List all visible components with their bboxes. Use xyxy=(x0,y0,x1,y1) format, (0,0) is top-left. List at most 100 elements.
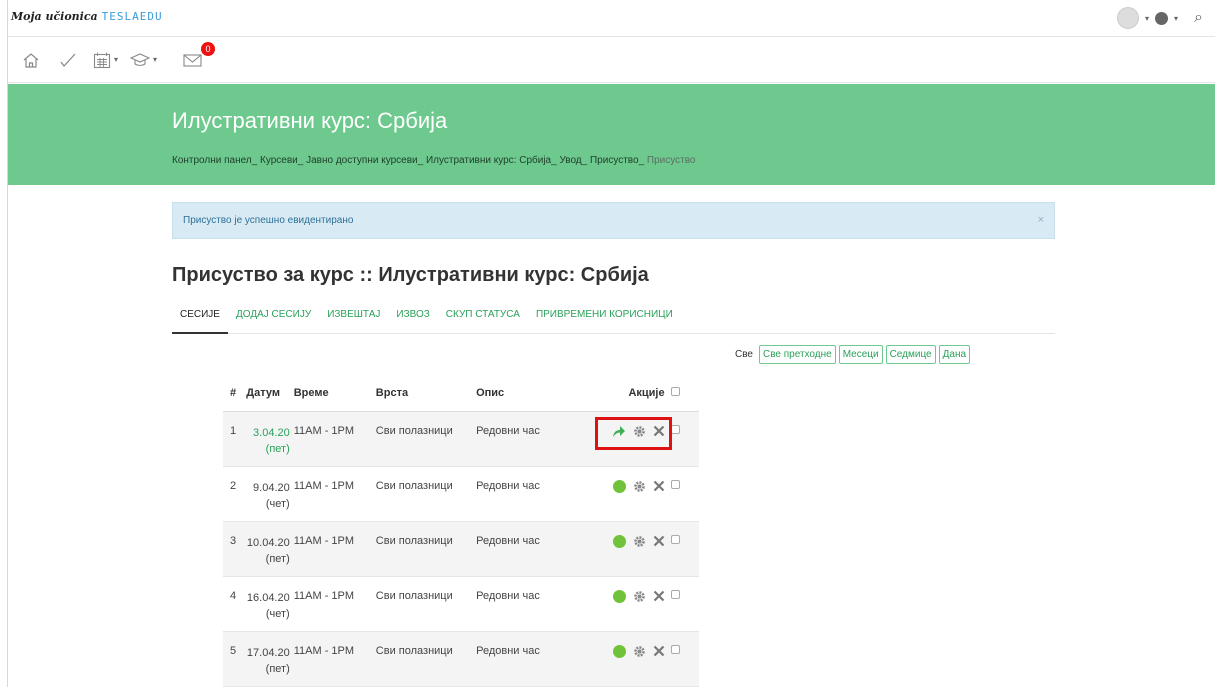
gear-icon[interactable] xyxy=(633,645,646,658)
table-row: 2 9.04.20 (чет) 11AM - 1PM Сви полазници… xyxy=(223,466,699,522)
calendar-icon[interactable] xyxy=(93,52,111,69)
status-dot-icon xyxy=(612,644,626,658)
row-time: 11AM - 1PM xyxy=(293,521,376,577)
graduation-cap-icon[interactable] xyxy=(130,52,150,68)
delete-icon[interactable] xyxy=(653,480,665,492)
row-date-text: 17.04.20 xyxy=(246,646,290,659)
row-type: Сви полазници xyxy=(375,631,477,687)
delete-icon[interactable] xyxy=(653,590,665,602)
calendar-caret-icon[interactable]: ▾ xyxy=(114,55,118,64)
row-date-text: 16.04.20 xyxy=(246,591,290,604)
period-filter: Све Све претходне Месеци Седмице Дана xyxy=(735,345,971,364)
col-date-header[interactable]: Датум xyxy=(246,375,294,412)
status-dot-icon xyxy=(612,479,626,493)
breadcrumb-item-intro[interactable]: Увод xyxy=(559,155,581,166)
row-time[interactable]: 11AM - 1PM xyxy=(293,411,376,467)
tab-report[interactable]: ИЗВЕШТАЈ xyxy=(319,297,388,334)
actions-highlight-box xyxy=(595,417,672,450)
course-header: Илустративни курс: Србија Контролни пане… xyxy=(8,84,1215,185)
delete-icon[interactable] xyxy=(653,645,665,657)
row-checkbox[interactable] xyxy=(670,644,680,654)
tab-temporary-users[interactable]: ПРИВРЕМЕНИ КОРИСНИЦИ xyxy=(528,297,681,334)
row-date-text: 9.04.20 xyxy=(253,481,290,494)
alert-message: Присуство је успешно евидентирано xyxy=(183,215,354,226)
filter-all-past-button[interactable]: Све претходне xyxy=(758,345,836,364)
row-date: 16.04.20 (чет) xyxy=(246,576,294,632)
row-actions xyxy=(589,521,671,577)
tab-add-session[interactable]: ДОДАЈ СЕСИЈУ xyxy=(228,297,319,334)
attendance-tabs: СЕСИЈЕ ДОДАЈ СЕСИЈУ ИЗВЕШТАЈ ИЗВОЗ СКУП … xyxy=(172,297,1055,334)
row-weekday: (чет) xyxy=(265,497,290,510)
breadcrumb-item-current: Присуство xyxy=(646,155,696,166)
user-menu-area: ▾ ▾ ⌕ xyxy=(1117,7,1203,29)
language-caret-icon[interactable]: ▾ xyxy=(1174,14,1178,23)
status-dot-icon xyxy=(612,534,626,548)
col-number-header: # xyxy=(223,375,247,412)
breadcrumb-item-courses[interactable]: Курсеви xyxy=(260,155,298,166)
row-weekday: (пет) xyxy=(265,552,290,565)
table-header-row: # Датум Време Врста Опис Акције xyxy=(223,375,699,412)
user-menu-caret-icon[interactable]: ▾ xyxy=(1145,14,1149,23)
row-weekday[interactable]: (пет) xyxy=(246,441,290,457)
row-weekday: (пет) xyxy=(265,662,290,675)
row-select xyxy=(670,576,699,632)
row-type: Сви полазници xyxy=(375,411,477,467)
gear-icon[interactable] xyxy=(633,480,646,493)
filter-all-label[interactable]: Све xyxy=(735,349,753,360)
filter-months-button[interactable]: Месеци xyxy=(838,345,883,364)
table-row: 4 16.04.20 (чет) 11AM - 1PM Сви полазниц… xyxy=(223,576,699,632)
user-avatar-icon[interactable] xyxy=(1117,7,1139,29)
gear-icon[interactable] xyxy=(633,535,646,548)
breadcrumb-item-public-courses[interactable]: Јавно доступни курсеви xyxy=(306,155,418,166)
quick-toolbar: ▾ ▾ 0 xyxy=(8,37,1215,83)
language-globe-icon[interactable] xyxy=(1155,11,1169,25)
tab-status-set[interactable]: СКУП СТАТУСА xyxy=(438,297,528,334)
row-date: 9.04.20 (чет) xyxy=(246,466,294,522)
tab-sessions[interactable]: СЕСИЈЕ xyxy=(172,297,228,334)
col-desc-header: Опис xyxy=(476,375,590,412)
row-date: 3.04.20 (пет) xyxy=(246,411,294,467)
row-time: 11AM - 1PM xyxy=(293,466,376,522)
row-checkbox[interactable] xyxy=(670,534,680,544)
row-date-link[interactable]: 3.04.20 xyxy=(246,425,290,441)
row-select xyxy=(670,631,699,687)
row-description: Редовни час xyxy=(476,576,590,632)
row-number: 4 xyxy=(223,576,247,632)
gear-icon[interactable] xyxy=(633,590,646,603)
row-type: Сви полазници xyxy=(375,576,477,632)
row-checkbox[interactable] xyxy=(670,589,680,599)
row-number: 3 xyxy=(223,521,247,577)
select-all-checkbox[interactable] xyxy=(670,386,680,396)
breadcrumb-item-dashboard[interactable]: Контролни панел xyxy=(172,155,252,166)
check-icon[interactable] xyxy=(59,52,77,68)
mail-count-badge[interactable]: 0 xyxy=(201,42,215,56)
top-navbar: Moja učionica TESLAEDU ▾ ▾ ⌕ xyxy=(8,0,1215,37)
breadcrumb-item-attendance[interactable]: Присуство xyxy=(590,155,639,166)
filter-weeks-button[interactable]: Седмице xyxy=(885,345,936,364)
page-frame: Moja učionica TESLAEDU ▾ ▾ ⌕ ▾ ▾ 0 Илуст… xyxy=(7,0,1215,687)
status-dot-icon xyxy=(612,589,626,603)
search-icon[interactable]: ⌕ xyxy=(1194,9,1203,27)
filter-days-button[interactable]: Дана xyxy=(938,345,971,364)
course-caret-icon[interactable]: ▾ xyxy=(153,55,157,64)
row-type: Сви полазници xyxy=(375,466,477,522)
delete-icon[interactable] xyxy=(653,535,665,547)
home-icon[interactable] xyxy=(22,52,40,68)
row-description: Редовни час xyxy=(476,411,590,467)
tab-export[interactable]: ИЗВОЗ xyxy=(388,297,437,334)
alert-close-icon[interactable]: × xyxy=(1038,203,1044,238)
col-type-header: Врста xyxy=(375,375,477,412)
row-description: Редовни час xyxy=(476,521,590,577)
row-time: 11AM - 1PM xyxy=(293,631,376,687)
breadcrumb-item-course[interactable]: Илустративни курс: Србија xyxy=(426,155,551,166)
mail-icon[interactable] xyxy=(183,53,202,68)
row-description: Редовни час xyxy=(476,631,590,687)
table-row: 5 17.04.20 (пет) 11AM - 1PM Сви полазниц… xyxy=(223,631,699,687)
row-select xyxy=(670,466,699,522)
success-alert: Присуство је успешно евидентирано × xyxy=(172,202,1055,239)
course-title: Илустративни курс: Србија xyxy=(172,108,448,133)
row-checkbox[interactable] xyxy=(670,479,680,489)
col-actions-header: Акције xyxy=(589,375,671,412)
site-logo[interactable]: Moja učionica TESLAEDU xyxy=(11,10,163,23)
row-select xyxy=(670,411,699,467)
